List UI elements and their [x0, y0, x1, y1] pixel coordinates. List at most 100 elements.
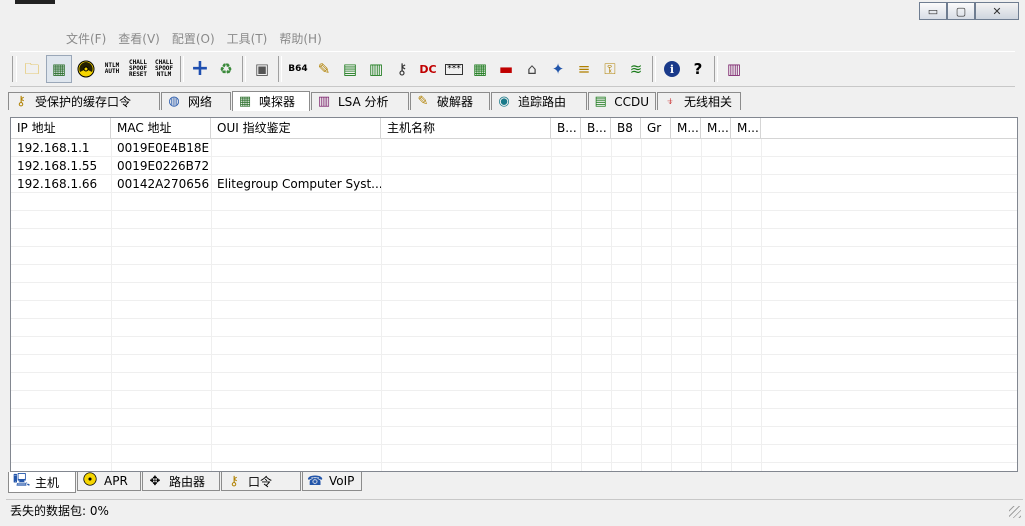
apr-radiation-icon[interactable]: [74, 56, 98, 82]
wireless-password-icon[interactable]: ⚷: [390, 56, 414, 82]
base64-button[interactable]: B64: [286, 56, 310, 82]
ntlm-auth-text: NTLM AUTH: [104, 62, 120, 75]
oui-cell: [211, 157, 381, 175]
table-row[interactable]: 192.168.1.66 00142A270656 Elitegroup Com…: [11, 175, 1017, 193]
mac-address-scanner-icon[interactable]: ▥: [364, 56, 388, 82]
wireless-scanner-icon[interactable]: ≋: [624, 56, 648, 82]
lsa-secrets-icon[interactable]: ⚿: [598, 56, 622, 82]
cisco-config-icon[interactable]: ▦: [468, 56, 492, 82]
mac-cell: 0019E0226B72: [117, 159, 210, 173]
chall-spoof-ntlm-button[interactable]: CHALL SPOOF NTLM: [152, 56, 176, 82]
open-folder-icon[interactable]: 🗀: [20, 56, 44, 82]
column-gr[interactable]: Gr: [641, 118, 671, 138]
password-asterisk-icon[interactable]: ***: [442, 56, 466, 82]
recycle-icon[interactable]: ♻: [214, 56, 238, 82]
menu-tools[interactable]: 工具(T): [221, 28, 274, 48]
column-b2[interactable]: B...: [581, 118, 611, 138]
toolbar-grip[interactable]: [12, 56, 17, 82]
decoder-icon[interactable]: ▣: [250, 56, 274, 82]
house-key-icon[interactable]: ⌂: [520, 56, 544, 82]
resize-grip[interactable]: [1009, 506, 1021, 518]
column-oui-fingerprint[interactable]: OUI 指纹鉴定: [211, 118, 381, 138]
top-tab-strip: ⚷ 受保护的缓存口令 ◍ 网络 ▦ 嗅探器 ▥ LSA 分析 ✎ 破解器 ◉ 追…: [8, 91, 742, 111]
network-enum-icon[interactable]: ✦: [546, 56, 570, 82]
tab-label: APR: [104, 474, 128, 488]
tab-lsa-analysis[interactable]: ▥ LSA 分析: [311, 92, 409, 110]
hostname-cell: [381, 157, 551, 175]
menu-file[interactable]: 文件(F): [60, 28, 112, 48]
menu-help[interactable]: 帮助(H): [273, 28, 327, 48]
toolbar-separator: [180, 56, 184, 82]
column-mac-address[interactable]: MAC 地址: [111, 118, 211, 138]
tab-label: 嗅探器: [259, 95, 296, 109]
tab-passwords[interactable]: ⚷ 口令: [221, 472, 301, 491]
table-row[interactable]: 192.168.1.55 0019E0226B72: [11, 157, 1017, 175]
hosts-list-view[interactable]: IP 地址 MAC 地址 OUI 指纹鉴定 主机名称 B... B... B8 …: [10, 117, 1018, 472]
list-header: IP 地址 MAC 地址 OUI 指纹鉴定 主机名称 B... B... B8 …: [11, 118, 1017, 139]
router-icon: ✥: [149, 473, 161, 489]
cisco-type7-icon[interactable]: ▬: [494, 56, 518, 82]
mac-cell: 0019E0E4B18E: [117, 141, 210, 155]
title-bar: ▭ ▢ ✕: [0, 0, 1025, 22]
rsa-securid-icon[interactable]: ▤: [338, 56, 362, 82]
status-bar: 丢失的数据包: 0%: [6, 499, 1023, 520]
password-icon: ⚷: [229, 473, 239, 489]
close-button[interactable]: ✕: [975, 2, 1019, 20]
ip-cell: 192.168.1.66: [17, 177, 98, 191]
tab-voip[interactable]: ☎ VoIP: [302, 472, 362, 491]
sniffer-icon: ▦: [238, 94, 252, 109]
key-icon: ⚷: [16, 94, 26, 109]
voip-icon: ☎: [307, 473, 324, 489]
tab-wireless[interactable]: ⍖ 无线相关: [657, 92, 741, 110]
toolbar: 🗀 ▦ NTLM AUTH CHALL SPOOF RESET CHALL SP…: [10, 51, 1015, 87]
hostname-cell: [381, 139, 551, 157]
hash-table-icon[interactable]: ≡: [572, 56, 596, 82]
hash-calculator-icon[interactable]: ✎: [312, 56, 336, 82]
add-icon[interactable]: +: [188, 56, 212, 82]
chall-spoof-reset-text: CHALL SPOOF RESET: [128, 59, 148, 78]
info-icon[interactable]: i: [660, 56, 684, 82]
maximize-button[interactable]: ▢: [947, 2, 975, 20]
tab-sniffer[interactable]: ▦ 嗅探器: [232, 91, 310, 111]
column-b8[interactable]: B8: [611, 118, 641, 138]
tab-protected-storage[interactable]: ⚷ 受保护的缓存口令: [8, 92, 160, 110]
hostname-cell: [381, 175, 551, 193]
sniffer-start-icon[interactable]: ▦: [46, 55, 72, 83]
bottom-tab-strip: 🖳 主机 APR ✥ 路由器 ⚷ 口令 ☎ VoIP: [8, 472, 363, 493]
tab-label: 破解器: [437, 95, 474, 109]
column-b1[interactable]: B...: [551, 118, 581, 138]
tab-label: 追踪路由: [518, 95, 567, 109]
tab-ccdu[interactable]: ▤ CCDU: [588, 92, 656, 110]
tab-label: 主机: [35, 475, 60, 490]
table-row[interactable]: 192.168.1.1 0019E0E4B18E: [11, 139, 1017, 157]
column-host-name[interactable]: 主机名称: [381, 118, 551, 138]
tab-apr[interactable]: APR: [77, 472, 141, 491]
host-icon: 🖳: [13, 473, 31, 488]
help-icon[interactable]: ?: [686, 56, 710, 82]
menu-config[interactable]: 配置(O): [166, 28, 221, 48]
exit-icon[interactable]: ▥: [722, 56, 746, 82]
ip-cell: 192.168.1.55: [17, 159, 98, 173]
traceroute-icon: ◉: [498, 94, 510, 109]
tab-cracker[interactable]: ✎ 破解器: [410, 92, 490, 110]
column-m3[interactable]: M...: [731, 118, 761, 138]
radiation-icon: [82, 472, 98, 490]
menu-view[interactable]: 查看(V): [112, 28, 166, 48]
column-ip-address[interactable]: IP 地址: [11, 118, 111, 138]
chall-spoof-reset-button[interactable]: CHALL SPOOF RESET: [126, 56, 150, 82]
list-body[interactable]: 192.168.1.1 0019E0E4B18E 192.168.1.55 00…: [11, 139, 1017, 471]
tab-routers[interactable]: ✥ 路由器: [142, 472, 220, 491]
ntlm-auth-button[interactable]: NTLM AUTH: [100, 56, 124, 82]
tab-label: CCDU: [614, 94, 649, 109]
dc-icon[interactable]: DC: [416, 56, 440, 82]
column-m2[interactable]: M...: [701, 118, 731, 138]
toolbar-separator: [242, 56, 246, 82]
minimize-button[interactable]: ▭: [919, 2, 947, 20]
tab-traceroute[interactable]: ◉ 追踪路由: [491, 92, 587, 110]
column-m1[interactable]: M...: [671, 118, 701, 138]
tab-hosts[interactable]: 🖳 主机: [8, 472, 76, 493]
tab-label: 口令: [248, 474, 273, 489]
tab-network[interactable]: ◍ 网络: [161, 92, 231, 110]
chall-spoof-ntlm-text: CHALL SPOOF NTLM: [154, 59, 174, 78]
window-controls: ▭ ▢ ✕: [919, 2, 1019, 20]
